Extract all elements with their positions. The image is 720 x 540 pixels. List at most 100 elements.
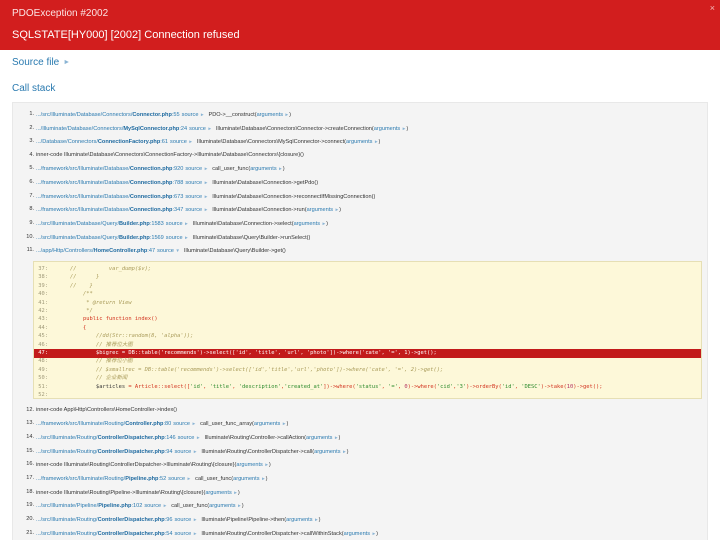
arguments-toggle[interactable]: arguments ►	[344, 531, 377, 537]
code-keyword: public	[82, 316, 103, 323]
trace-file-link[interactable]: .../framework/src/Illuminate/Routing/Pip…	[36, 476, 166, 482]
exception-class: PDOException #2002	[12, 8, 109, 19]
arguments-toggle[interactable]: arguments ►	[233, 476, 266, 482]
source-toggle[interactable]: source ►	[144, 503, 167, 509]
trace-call: Illuminate\Database\Connection->run(argu…	[212, 207, 342, 213]
expand-arrow-icon: ►	[281, 421, 287, 426]
source-file-toggle[interactable]: Source file ►	[12, 57, 70, 68]
source-toggle[interactable]: source ►	[170, 139, 193, 145]
code-string: 'id'	[190, 383, 204, 390]
source-toggle[interactable]: source ►	[185, 207, 208, 213]
close-icon[interactable]: ×	[710, 3, 715, 13]
trace-body: inner-code Illuminate\Routing\Controller…	[36, 458, 271, 472]
source-toggle[interactable]: source ▼	[157, 248, 180, 254]
trace-file-name: Pipeline.php	[98, 503, 132, 509]
arguments-toggle[interactable]: arguments ►	[205, 490, 238, 496]
arguments-toggle[interactable]: arguments ►	[314, 449, 347, 455]
trace-row: 10. .../src/Illuminate/Database/Query/Bui…	[13, 231, 709, 244]
trace-file-link[interactable]: .../src/Illuminate/Pipeline/Pipeline.php…	[36, 503, 142, 509]
trace-row: 2. .../Illuminate/Database/Connectors/MyS…	[13, 122, 709, 135]
trace-file-link[interactable]: .../src/Illuminate/Routing/ControllerDis…	[36, 435, 176, 441]
trace-file-link[interactable]: .../framework/src/Illuminate/Database/Co…	[36, 180, 183, 186]
trace-body: .../src/Illuminate/Routing/ControllerDis…	[36, 431, 340, 445]
source-toggle[interactable]: source ►	[174, 449, 197, 455]
code-comment: // var_dump($v);	[57, 266, 152, 272]
arguments-toggle[interactable]: arguments ►	[209, 503, 242, 509]
arguments-toggle[interactable]: arguments ►	[306, 435, 339, 441]
trace-file-name: Connection.php	[129, 166, 173, 172]
code-comment: * @return View	[57, 299, 132, 306]
source-toggle[interactable]: source ►	[174, 531, 197, 537]
trace-file-name: Connector.php	[132, 112, 172, 118]
exception-message: SQLSTATE[HY000] [2002] Connection refuse…	[12, 29, 240, 41]
trace-body: inner-code Illuminate\Routing\Pipeline->…	[36, 486, 240, 500]
arguments-toggle[interactable]: arguments ►	[374, 126, 407, 132]
trace-file-link[interactable]: .../Illuminate/Database/Connectors/MySql…	[36, 126, 187, 132]
trace-number: 20.	[26, 516, 34, 522]
arguments-toggle[interactable]: arguments ►	[346, 139, 379, 145]
trace-call: Illuminate\Database\Query\Builder->runSe…	[192, 235, 311, 241]
trace-file-link[interactable]: .../src/Illuminate/Database/Connectors/C…	[36, 112, 180, 118]
arguments-toggle[interactable]: arguments ►	[286, 517, 319, 523]
trace-row: 11. .../app/Http/Controllers/HomeControll…	[13, 244, 709, 257]
source-toggle[interactable]: source ►	[185, 180, 208, 186]
source-toggle[interactable]: source ►	[168, 476, 191, 482]
arguments-toggle[interactable]: arguments ►	[236, 462, 269, 468]
source-toggle[interactable]: source ►	[185, 194, 208, 200]
expand-arrow-icon: ►	[278, 166, 283, 171]
source-toggle[interactable]: source ►	[178, 435, 201, 441]
code-string: 'cid'	[436, 383, 454, 390]
source-toggle[interactable]: source ►	[166, 221, 189, 227]
code-comment: // 推荐位大图	[57, 341, 133, 348]
trace-number: 5.	[29, 165, 34, 171]
code-string: '3'	[456, 383, 467, 390]
arguments-toggle[interactable]: arguments ►	[307, 207, 340, 213]
expand-arrow-icon: ►	[237, 503, 242, 508]
trace-file-link[interactable]: .../src/Illuminate/Routing/ControllerDis…	[36, 531, 172, 537]
trace-call: Illuminate\Routing\ControllerDispatcher-…	[201, 531, 379, 537]
source-toggle[interactable]: source ►	[166, 235, 189, 241]
trace-file-link[interactable]: .../Database/Connectors/ConnectionFactor…	[36, 139, 168, 145]
trace-number: 14.	[26, 434, 34, 440]
trace-file-link[interactable]: .../framework/src/Illuminate/Database/Co…	[36, 194, 183, 200]
trace-file-link[interactable]: .../src/Illuminate/Routing/ControllerDis…	[36, 449, 172, 455]
trace-file-link[interactable]: .../app/Http/Controllers/HomeController.…	[36, 248, 155, 254]
trace-number: 8.	[29, 206, 34, 212]
expand-arrow-icon: ►	[195, 435, 201, 440]
expand-arrow-icon: ►	[192, 517, 198, 522]
trace-row: 4. inner-code Illuminate\Database\Connect…	[13, 149, 709, 162]
trace-number: 3.	[29, 138, 34, 144]
trace-body: .../src/Illuminate/Routing/ControllerDis…	[36, 527, 378, 540]
source-toggle[interactable]: source ►	[174, 517, 197, 523]
trace-file-link[interactable]: .../framework/src/Illuminate/Routing/Con…	[36, 421, 171, 427]
trace-file-link[interactable]: .../framework/src/Illuminate/Database/Co…	[36, 207, 183, 213]
source-toggle[interactable]: source ►	[189, 126, 212, 132]
expand-arrow-icon: ►	[374, 139, 379, 144]
trace-file-link[interactable]: .../src/Illuminate/Database/Query/Builde…	[36, 235, 164, 241]
trace-row: 20. .../src/Illuminate/Routing/Controller…	[13, 513, 709, 526]
trace-call: Illuminate\Routing\ControllerDispatcher-…	[201, 449, 349, 455]
call-stack-title[interactable]: Call stack	[12, 83, 55, 94]
arguments-toggle[interactable]: arguments ►	[254, 421, 287, 427]
trace-file-link[interactable]: .../src/Illuminate/Database/Query/Builde…	[36, 221, 164, 227]
source-toggle[interactable]: source ►	[182, 112, 205, 118]
trace-number: 2.	[29, 125, 34, 131]
expand-arrow-icon: ►	[333, 435, 339, 440]
arguments-toggle[interactable]: arguments ►	[257, 112, 290, 118]
source-toggle[interactable]: source ►	[173, 421, 196, 427]
trace-file-name: ControllerDispatcher.php	[97, 449, 165, 455]
source-toggle[interactable]: source ►	[185, 166, 208, 172]
arguments-toggle[interactable]: arguments ►	[294, 221, 327, 227]
trace-number: 4.	[29, 152, 34, 158]
trace-call: Illuminate\Database\Connection->reconnec…	[212, 194, 376, 200]
code-comment: // }	[57, 282, 93, 289]
trace-body: .../framework/src/Illuminate/Routing/Pip…	[36, 472, 268, 486]
trace-body: .../src/Illuminate/Database/Query/Builde…	[36, 217, 328, 231]
trace-file-link[interactable]: .../framework/src/Illuminate/Database/Co…	[36, 166, 183, 172]
trace-number: 13.	[26, 420, 34, 426]
trace-file-link[interactable]: .../src/Illuminate/Routing/ControllerDis…	[36, 517, 172, 523]
trace-call: call_user_func_array(arguments ►)	[200, 421, 289, 427]
expand-arrow-icon: ►	[186, 476, 192, 481]
arguments-toggle[interactable]: arguments ►	[250, 166, 283, 172]
trace-row: 16. inner-code Illuminate\Routing\Control…	[13, 458, 709, 471]
